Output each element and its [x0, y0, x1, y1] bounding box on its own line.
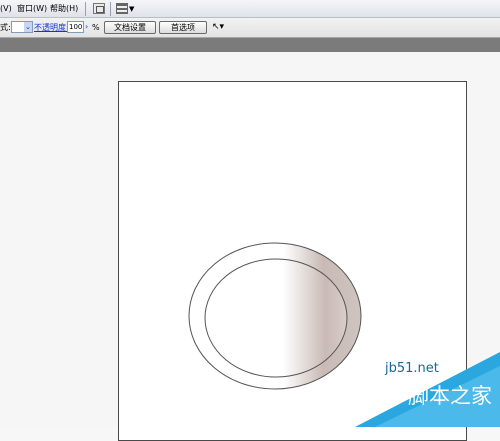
opacity-label[interactable]: 不透明度:: [34, 22, 69, 33]
percent-label: %: [92, 23, 100, 32]
style-dropdown[interactable]: ⌄: [11, 21, 33, 33]
menu-separator: [110, 2, 111, 16]
chevron-down-icon: ⌄: [24, 22, 32, 32]
cursor-tool-icon[interactable]: ↖▾: [212, 21, 224, 33]
watermark-site: jb51.net: [385, 361, 439, 376]
ellipse-artwork[interactable]: [186, 240, 366, 400]
watermark-name: 脚本之家: [408, 384, 492, 408]
view-mode-icon[interactable]: [93, 3, 105, 14]
layout-grid-icon[interactable]: [116, 3, 128, 14]
options-bar: 式: ⌄ 不透明度: 100 › % 文档设置 首选项 ↖▾: [0, 18, 500, 38]
menu-separator: [85, 2, 86, 16]
dropdown-arrow-icon[interactable]: ▼: [129, 3, 134, 15]
inner-ellipse: [204, 258, 348, 378]
menu-item-window[interactable]: 窗口(W): [17, 3, 47, 15]
style-label: 式:: [0, 23, 11, 32]
menu-item-help[interactable]: 帮助(H): [50, 3, 78, 15]
panel-divider: [0, 38, 500, 52]
opacity-input[interactable]: 100: [67, 21, 84, 33]
menu-bar: (V) 窗口(W) 帮助(H) ▼: [0, 0, 500, 18]
menu-item-view[interactable]: (V): [0, 3, 12, 15]
opacity-arrow-icon[interactable]: ›: [85, 22, 88, 32]
preferences-button[interactable]: 首选项: [159, 21, 207, 34]
document-settings-button[interactable]: 文档设置: [104, 21, 156, 34]
